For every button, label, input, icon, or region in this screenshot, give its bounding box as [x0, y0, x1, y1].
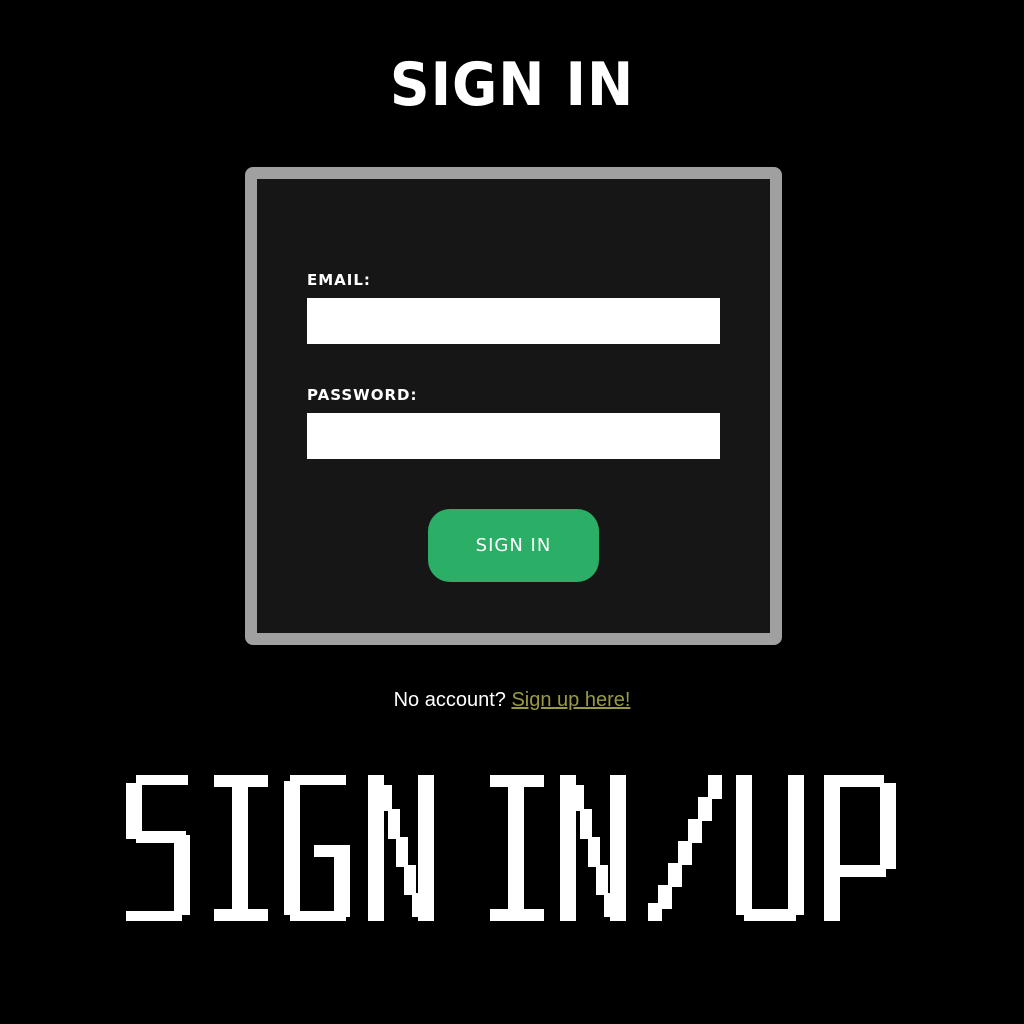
- banner-letter-s: [126, 775, 190, 921]
- page-title: SIGN IN: [389, 50, 635, 120]
- banner-letter-u: [736, 775, 804, 921]
- banner-letter-g: [284, 775, 350, 921]
- sign-in-form-card: EMAIL: PASSWORD: SIGN IN: [245, 167, 782, 645]
- banner-letter-p: [824, 775, 896, 921]
- banner-letter-n: [368, 775, 434, 921]
- signup-link[interactable]: Sign up here!: [511, 689, 630, 711]
- sign-in-page: SIGN IN EMAIL: PASSWORD: SIGN IN No acco…: [0, 0, 1024, 1024]
- signup-prompt-text: No account?: [393, 689, 506, 711]
- sign-in-button[interactable]: SIGN IN: [428, 509, 599, 582]
- signup-prompt-line: No account? Sign up here!: [0, 688, 1024, 712]
- password-label: PASSWORD:: [307, 386, 418, 404]
- banner-letter-n-2: [560, 775, 626, 921]
- password-field[interactable]: [307, 413, 720, 459]
- banner-letter-i: [214, 775, 268, 921]
- sign-in-up-banner: [126, 775, 896, 921]
- email-label: EMAIL:: [307, 271, 371, 289]
- email-field[interactable]: [307, 298, 720, 344]
- banner-letter-i-2: [490, 775, 544, 921]
- banner-slash: [648, 775, 722, 921]
